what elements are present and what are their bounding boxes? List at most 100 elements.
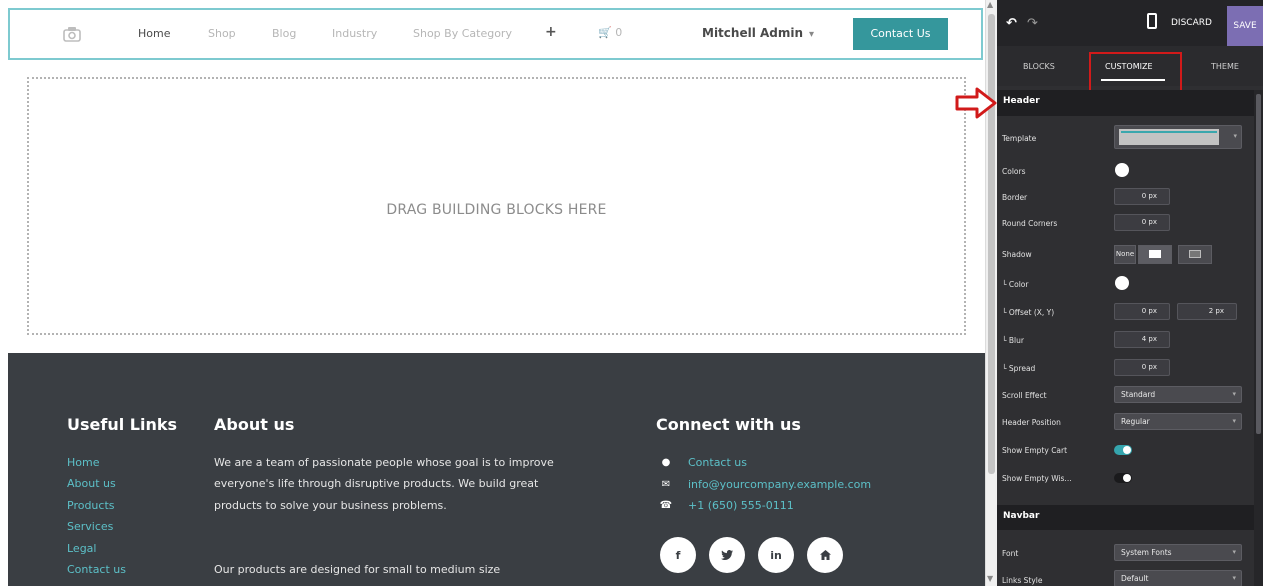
footer-link-contact[interactable]: Contact us [67, 559, 126, 580]
redo-icon[interactable]: ↷ [1027, 16, 1038, 31]
links-style-value: Default [1121, 574, 1149, 583]
site-scrollbar-thumb[interactable] [988, 14, 995, 474]
template-label: Template [1002, 134, 1037, 143]
social-links: f in [660, 537, 856, 573]
chevron-down-icon: ▾ [1232, 548, 1236, 556]
cart-link[interactable]: 🛒 0 [598, 26, 622, 39]
nav-link-shop[interactable]: Shop [208, 27, 236, 40]
shadow-offset-x-input[interactable]: 0 px [1114, 303, 1170, 320]
font-select[interactable]: System Fonts ▾ [1114, 544, 1242, 561]
template-select[interactable]: ▾ [1114, 125, 1242, 149]
shadow-outset-icon [1149, 250, 1161, 258]
save-button[interactable]: SAVE [1227, 6, 1263, 46]
border-label: Border [1002, 193, 1028, 202]
chevron-down-icon: ▾ [1233, 132, 1237, 140]
nav-link-industry[interactable]: Industry [332, 27, 377, 40]
discard-button[interactable]: DISCARD [1171, 18, 1212, 28]
logo-icon[interactable] [62, 24, 82, 44]
site-header: Home Shop Blog Industry Shop By Category… [8, 8, 983, 60]
header-position-label: Header Position [1002, 418, 1061, 427]
chevron-down-icon: ▾ [1232, 417, 1236, 425]
font-label: Font [1002, 549, 1019, 558]
footer-link-products[interactable]: Products [67, 495, 126, 516]
scroll-effect-label: Scroll Effect [1002, 391, 1047, 400]
shadow-offset-y-input[interactable]: 2 px [1177, 303, 1237, 320]
colors-label: Colors [1002, 167, 1026, 176]
envelope-icon: ✉ [661, 478, 671, 490]
show-empty-cart-label: Show Empty Cart [1002, 446, 1068, 455]
scroll-down-arrow-icon[interactable]: ▼ [987, 574, 993, 583]
header-color-picker[interactable] [1115, 163, 1129, 177]
round-corners-input[interactable]: 0 px [1114, 214, 1170, 231]
drop-zone[interactable]: DRAG BUILDING BLOCKS HERE [27, 77, 966, 335]
footer-useful-links-title: Useful Links [67, 415, 178, 434]
mobile-preview-icon[interactable] [1147, 13, 1157, 29]
footer-link-legal[interactable]: Legal [67, 538, 126, 559]
annotation-arrow-icon [955, 87, 997, 119]
add-menu-icon[interactable]: + [545, 24, 557, 40]
round-corners-label: Round Corners [1002, 219, 1058, 228]
round-corners-unit: px [1148, 218, 1157, 226]
scroll-effect-select[interactable]: Standard ▾ [1114, 386, 1242, 403]
nav-link-home[interactable]: Home [138, 27, 170, 40]
footer-contacts: ● Contact us ✉ info@yourcompany.example.… [659, 452, 871, 516]
comment-icon: ● [661, 457, 671, 469]
shadow-spread-input[interactable]: 0 px [1114, 359, 1170, 376]
facebook-icon[interactable]: f [660, 537, 696, 573]
shadow-offset-label: └ Offset (X, Y) [1002, 308, 1055, 317]
shadow-spread-unit: px [1148, 363, 1157, 371]
font-value: System Fonts [1121, 548, 1172, 557]
header-position-select[interactable]: Regular ▾ [1114, 413, 1242, 430]
cart-count: 0 [615, 26, 623, 39]
shadow-offset-x-unit: px [1148, 307, 1157, 315]
links-style-label: Links Style [1002, 576, 1043, 585]
nav-link-blog[interactable]: Blog [272, 27, 296, 40]
shadow-offset-x-value: 0 [1141, 307, 1147, 315]
footer-link-home[interactable]: Home [67, 452, 126, 473]
website-canvas: Home Shop Blog Industry Shop By Category… [0, 0, 985, 586]
border-input[interactable]: 0 px [1114, 188, 1170, 205]
footer-about-text: We are a team of passionate people whose… [214, 456, 554, 512]
footer-contact-us-label: Contact us [688, 456, 747, 470]
drop-zone-text: DRAG BUILDING BLOCKS HERE [386, 202, 607, 218]
footer-links: Home About us Products Services Legal Co… [67, 452, 126, 580]
shadow-blur-input[interactable]: 4 px [1114, 331, 1170, 348]
undo-icon[interactable]: ↶ [1006, 16, 1017, 31]
tab-blocks[interactable]: BLOCKS [1023, 62, 1055, 71]
shadow-offset-y-value: 2 [1208, 307, 1214, 315]
linkedin-icon[interactable]: in [758, 537, 794, 573]
shadow-color-picker[interactable] [1115, 276, 1129, 290]
shadow-offset-y-unit: px [1215, 307, 1224, 315]
footer-link-services[interactable]: Services [67, 516, 126, 537]
chevron-down-icon: ▾ [1232, 390, 1236, 398]
shadow-none-option[interactable]: None [1114, 245, 1136, 264]
footer-contact-us[interactable]: ● Contact us [659, 452, 871, 473]
phone-icon: ☎ [659, 499, 673, 511]
show-empty-cart-toggle[interactable] [1114, 445, 1132, 455]
footer-email[interactable]: ✉ info@yourcompany.example.com [659, 473, 871, 494]
header-section-title: Header [1003, 96, 1040, 106]
user-menu[interactable]: Mitchell Admin ▾ [702, 26, 814, 40]
site-footer: Useful Links About us Connect with us Ho… [8, 353, 985, 586]
tab-theme[interactable]: THEME [1211, 62, 1239, 71]
shadow-label: Shadow [1002, 250, 1032, 259]
shadow-spread-value: 0 [1141, 363, 1147, 371]
footer-email-label: info@yourcompany.example.com [688, 477, 872, 491]
links-style-select[interactable]: Default ▾ [1114, 570, 1242, 586]
cart-icon: 🛒 [598, 26, 612, 39]
shadow-inset-option[interactable] [1178, 245, 1212, 264]
footer-phone[interactable]: ☎ +1 (650) 555-0111 [659, 495, 871, 516]
home-icon[interactable] [807, 537, 843, 573]
shadow-blur-unit: px [1148, 335, 1157, 343]
shadow-blur-label: └ Blur [1002, 336, 1024, 345]
nav-link-shop-by-category[interactable]: Shop By Category [413, 27, 512, 40]
border-value: 0 [1141, 192, 1147, 200]
show-empty-wishlist-toggle[interactable] [1114, 473, 1132, 483]
scroll-up-arrow-icon[interactable]: ▲ [987, 0, 993, 9]
shadow-outset-option[interactable] [1138, 245, 1172, 264]
panel-scrollbar-thumb[interactable] [1256, 94, 1261, 434]
shadow-color-label: └ Color [1002, 280, 1029, 289]
footer-link-about[interactable]: About us [67, 473, 126, 494]
twitter-icon[interactable] [709, 537, 745, 573]
contact-us-button[interactable]: Contact Us [853, 18, 948, 50]
